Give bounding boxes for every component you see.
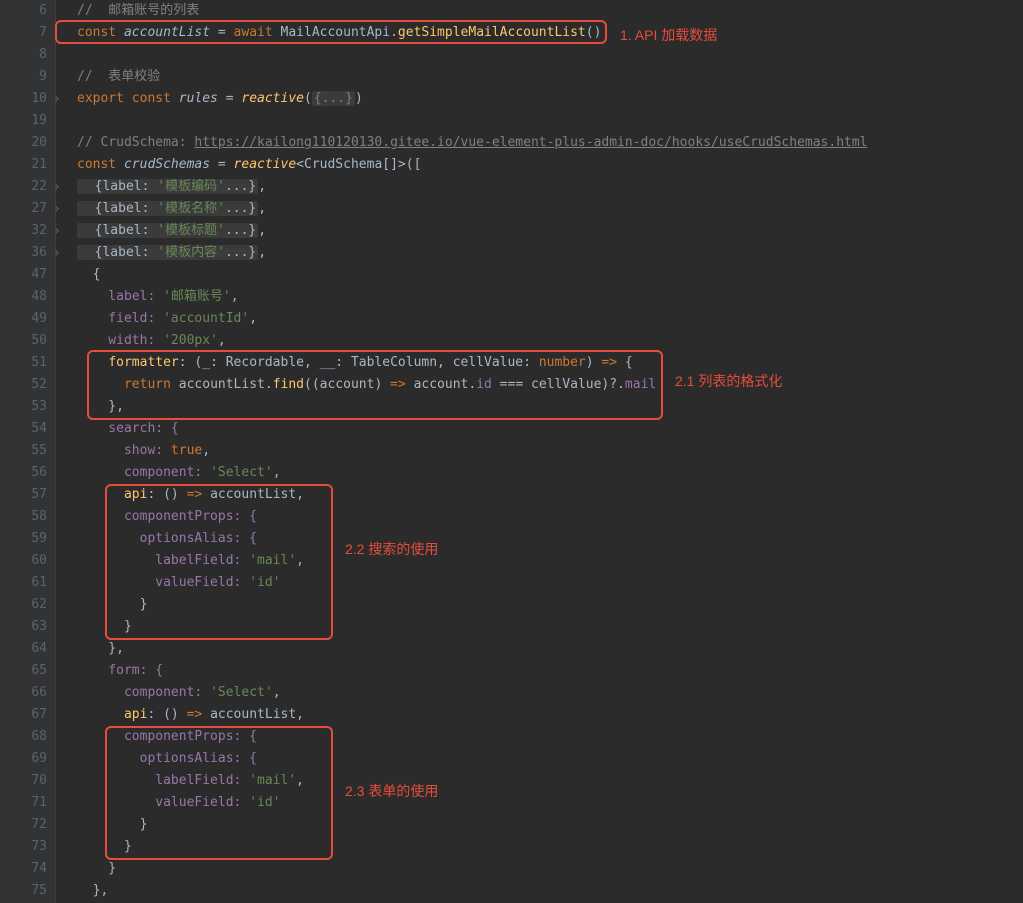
code-line: // 邮箱账号的列表: [77, 0, 1023, 22]
code-line: }: [77, 616, 1023, 638]
line-number: 75: [0, 880, 47, 902]
code-line: label: '邮箱账号',: [77, 286, 1023, 308]
line-number: 57: [0, 484, 47, 506]
line-number: 71: [0, 792, 47, 814]
line-number: 70: [0, 770, 47, 792]
code-line: [77, 110, 1023, 132]
line-number: 19: [0, 110, 47, 132]
line-number: 66: [0, 682, 47, 704]
code-line: const accountList = await MailAccountApi…: [77, 22, 1023, 44]
code-line: {label: '模板标题'...},: [77, 220, 1023, 242]
code-line: search: {: [77, 418, 1023, 440]
code-line: {label: '模板编码'...},: [77, 176, 1023, 198]
code-line: componentProps: {: [77, 506, 1023, 528]
line-number: 58: [0, 506, 47, 528]
code-line: },: [77, 638, 1023, 660]
code-line: labelField: 'mail',: [77, 770, 1023, 792]
line-number: 62: [0, 594, 47, 616]
line-number: 21: [0, 154, 47, 176]
code-line: },: [77, 880, 1023, 902]
line-number: 73: [0, 836, 47, 858]
code-line: // CrudSchema: https://kailong110120130.…: [77, 132, 1023, 154]
code-line: api: () => accountList,: [77, 484, 1023, 506]
code-line: componentProps: {: [77, 726, 1023, 748]
line-number: 8: [0, 44, 47, 66]
line-gutter: 6789101920212227323647484950515253545556…: [0, 0, 55, 903]
code-line: return accountList.find((account) => acc…: [77, 374, 1023, 396]
code-line: valueField: 'id': [77, 792, 1023, 814]
line-number: 49: [0, 308, 47, 330]
line-number: 50: [0, 330, 47, 352]
line-number: 65: [0, 660, 47, 682]
code-line: // 表单校验: [77, 66, 1023, 88]
line-number: 22: [0, 176, 47, 198]
line-number: 53: [0, 396, 47, 418]
line-number: 69: [0, 748, 47, 770]
code-line: optionsAlias: {: [77, 528, 1023, 550]
line-number: 32: [0, 220, 47, 242]
code-line: labelField: 'mail',: [77, 550, 1023, 572]
code-line: optionsAlias: {: [77, 748, 1023, 770]
line-number: 68: [0, 726, 47, 748]
code-line: formatter: (_: Recordable, __: TableColu…: [77, 352, 1023, 374]
code-line: component: 'Select',: [77, 462, 1023, 484]
gutter-separator: [55, 0, 75, 903]
code-line: }: [77, 814, 1023, 836]
code-line: {: [77, 264, 1023, 286]
line-number: 74: [0, 858, 47, 880]
line-number: 9: [0, 66, 47, 88]
line-number: 27: [0, 198, 47, 220]
code-line: component: 'Select',: [77, 682, 1023, 704]
line-number: 56: [0, 462, 47, 484]
code-line: valueField: 'id': [77, 572, 1023, 594]
code-line: }: [77, 836, 1023, 858]
line-number: 47: [0, 264, 47, 286]
line-number: 61: [0, 572, 47, 594]
code-line: form: {: [77, 660, 1023, 682]
code-line: },: [77, 396, 1023, 418]
line-number: 6: [0, 0, 47, 22]
line-number: 7: [0, 22, 47, 44]
code-line: [77, 44, 1023, 66]
line-number: 59: [0, 528, 47, 550]
code-line: width: '200px',: [77, 330, 1023, 352]
line-number: 72: [0, 814, 47, 836]
line-number: 55: [0, 440, 47, 462]
line-number: 67: [0, 704, 47, 726]
line-number: 54: [0, 418, 47, 440]
line-number: 48: [0, 286, 47, 308]
line-number: 60: [0, 550, 47, 572]
code-area[interactable]: // 邮箱账号的列表 const accountList = await Mai…: [75, 0, 1023, 903]
code-line: show: true,: [77, 440, 1023, 462]
line-number: 52: [0, 374, 47, 396]
code-line: api: () => accountList,: [77, 704, 1023, 726]
line-number: 51: [0, 352, 47, 374]
line-number: 10: [0, 88, 47, 110]
code-line: field: 'accountId',: [77, 308, 1023, 330]
line-number: 36: [0, 242, 47, 264]
code-line: }: [77, 594, 1023, 616]
code-line: const crudSchemas = reactive<CrudSchema[…: [77, 154, 1023, 176]
line-number: 64: [0, 638, 47, 660]
code-line: }: [77, 858, 1023, 880]
line-number: 63: [0, 616, 47, 638]
code-line: {label: '模板名称'...},: [77, 198, 1023, 220]
line-number: 20: [0, 132, 47, 154]
code-line: export const rules = reactive({...}): [77, 88, 1023, 110]
code-line: {label: '模板内容'...},: [77, 242, 1023, 264]
code-editor[interactable]: 6789101920212227323647484950515253545556…: [0, 0, 1023, 903]
